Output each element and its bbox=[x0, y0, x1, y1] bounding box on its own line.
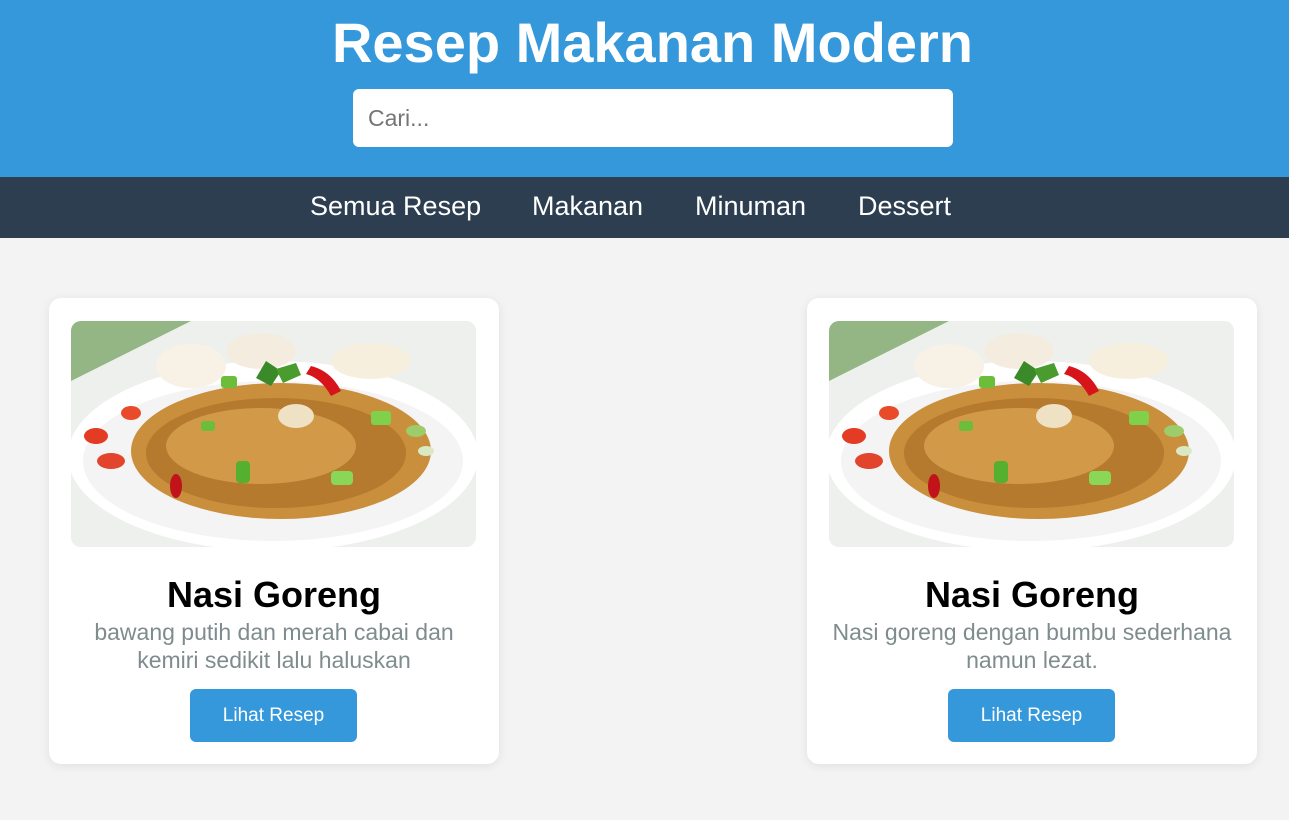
view-recipe-button[interactable]: Lihat Resep bbox=[190, 689, 357, 742]
site-title: Resep Makanan Modern bbox=[331, 11, 974, 74]
site-header: Resep Makanan Modern bbox=[0, 0, 1289, 177]
recipe-description: Nasi goreng dengan bumbu sederhana namun… bbox=[832, 619, 1232, 673]
view-recipe-button[interactable]: Lihat Resep bbox=[948, 689, 1115, 742]
recipe-card: Nasi Goreng bawang putih dan merah cabai… bbox=[49, 298, 499, 764]
fried-rice-illustration bbox=[71, 321, 476, 547]
recipe-description: bawang putih dan merah cabai dan kemiri … bbox=[94, 619, 454, 673]
fried-rice-photo bbox=[829, 321, 1234, 547]
nav-item-makanan[interactable]: Makanan bbox=[532, 177, 643, 238]
nav-item-semua-resep[interactable]: Semua Resep bbox=[310, 177, 481, 238]
search-input[interactable] bbox=[353, 89, 953, 147]
recipe-title: Nasi Goreng bbox=[166, 574, 382, 615]
fried-rice-illustration bbox=[829, 321, 1234, 547]
recipe-title: Nasi Goreng bbox=[924, 574, 1140, 615]
nav-item-minuman[interactable]: Minuman bbox=[695, 177, 806, 238]
fried-rice-photo bbox=[71, 321, 476, 547]
recipe-card: Nasi Goreng Nasi goreng dengan bumbu sed… bbox=[807, 298, 1257, 764]
category-nav: Semua Resep Makanan Minuman Dessert bbox=[0, 177, 1289, 238]
nav-item-dessert[interactable]: Dessert bbox=[858, 177, 951, 238]
